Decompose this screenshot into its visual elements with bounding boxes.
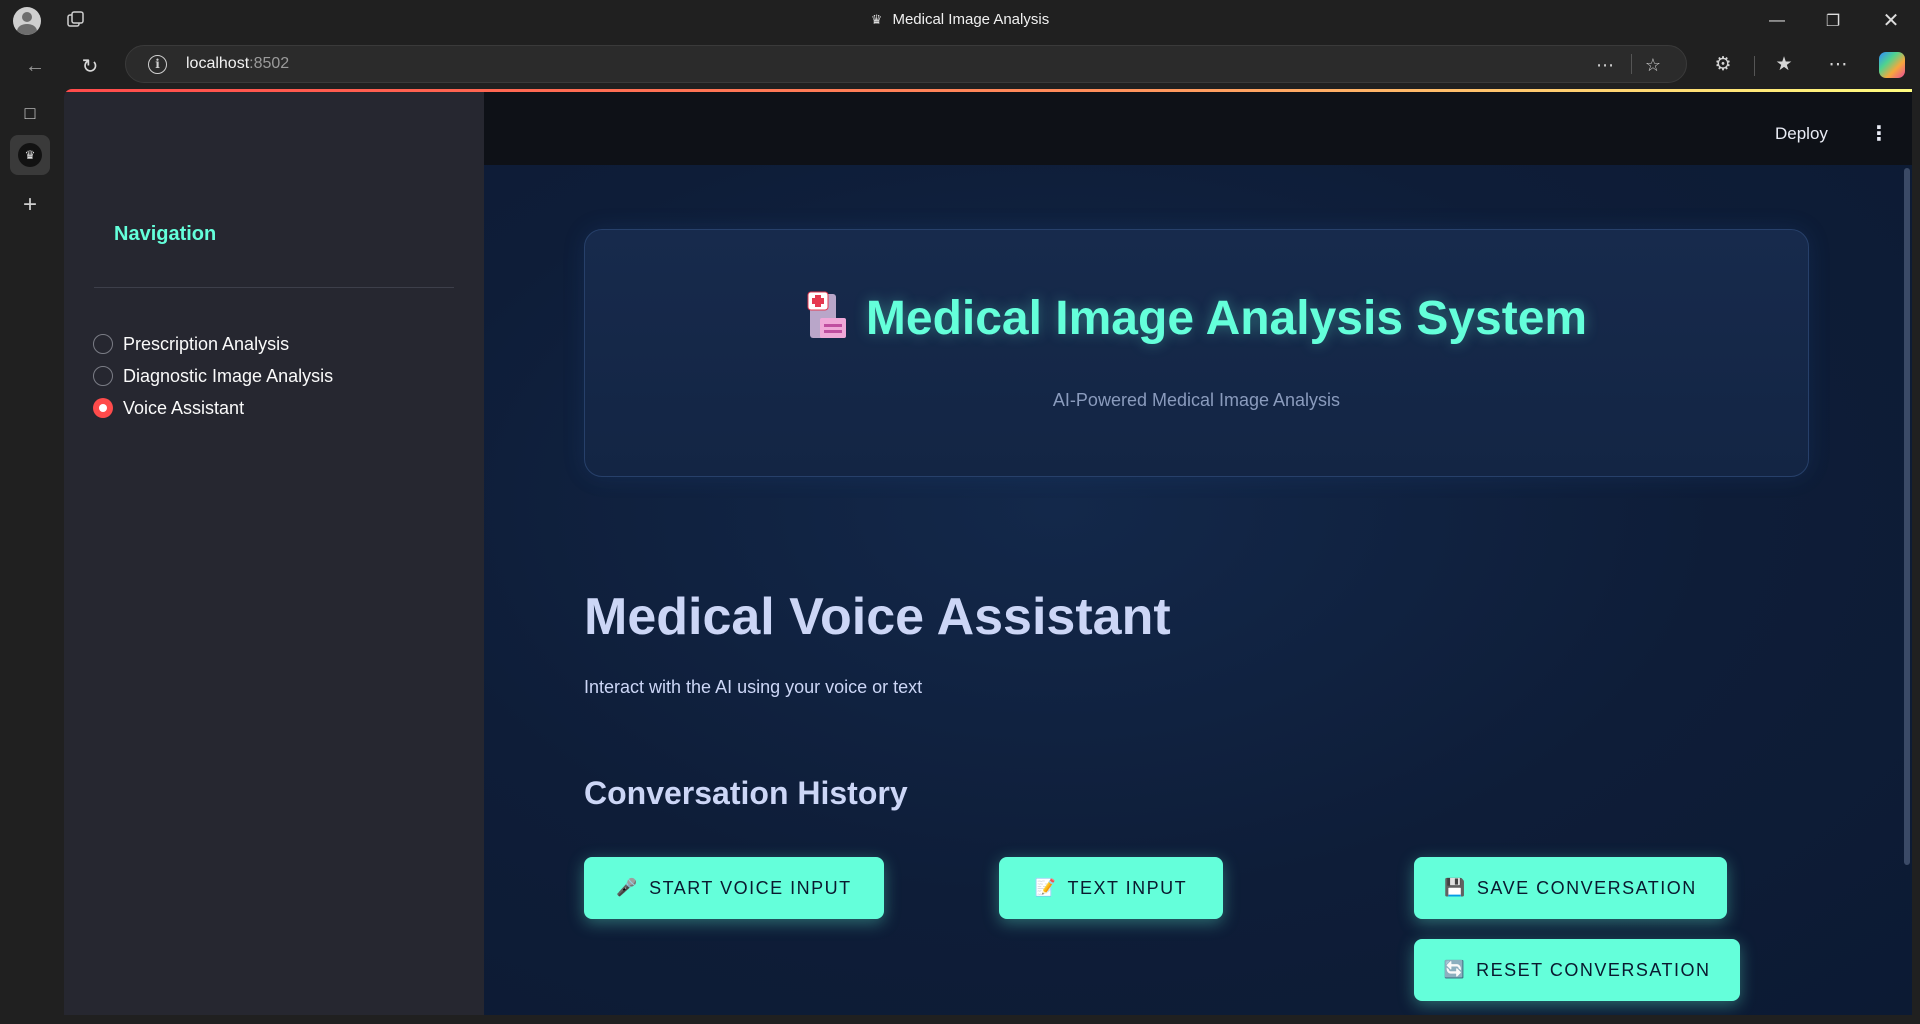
back-arrow-icon[interactable]: ← (20, 51, 50, 81)
radio-label: Voice Assistant (123, 397, 245, 418)
minimize-icon[interactable]: — (1748, 0, 1806, 41)
start-voice-input-button[interactable]: 🎤 START VOICE INPUT (584, 857, 884, 919)
url-host: localhost (186, 55, 250, 72)
vertical-tabs-strip: □ ♛ + (0, 88, 60, 1024)
url-text[interactable]: localhost:8502 (186, 55, 289, 73)
url-port: :8502 (249, 55, 290, 72)
sidebar-divider (94, 287, 454, 288)
deploy-button[interactable]: Deploy (1775, 124, 1828, 144)
scrollbar[interactable] (1904, 168, 1910, 865)
floppy-disk-icon: 💾 (1444, 878, 1467, 897)
window-title: ♛ Medical Image Analysis (0, 11, 1920, 28)
browser-toolbar: ← ↻ i localhost:8502 ⋯ ☆ ⚙ ★ ⋯ (0, 41, 1920, 88)
favorite-star-icon[interactable]: ☆ (1642, 54, 1664, 76)
more-menu-icon[interactable]: ⋯ (1825, 52, 1851, 78)
reading-mode-icon[interactable]: ⋯ (1594, 54, 1616, 76)
sidebar-title: Navigation (114, 223, 217, 245)
button-label: RESET CONVERSATION (1476, 959, 1711, 980)
conversation-history-heading: Conversation History (584, 775, 908, 811)
radio-button-icon[interactable] (93, 334, 113, 354)
browser-title-bar: ♛ Medical Image Analysis — ❐ ✕ (0, 0, 1920, 41)
site-info-icon[interactable]: i (148, 55, 167, 74)
copilot-icon[interactable] (1879, 52, 1905, 78)
page-heading: Medical Voice Assistant (584, 588, 1171, 646)
text-input-button[interactable]: 📝 TEXT INPUT (999, 857, 1223, 919)
radio-voice-assistant[interactable]: Voice Assistant (93, 392, 333, 424)
radio-diagnostic-image-analysis[interactable]: Diagnostic Image Analysis (93, 360, 333, 392)
radio-button-selected-icon[interactable] (93, 398, 113, 418)
hospital-icon (806, 290, 848, 340)
window-title-text: Medical Image Analysis (892, 11, 1050, 28)
extensions-icon[interactable]: ⚙ (1710, 52, 1736, 78)
refresh-icon[interactable]: ↻ (75, 51, 105, 81)
radio-label: Prescription Analysis (123, 333, 290, 354)
new-tab-plus-icon[interactable]: + (10, 185, 50, 225)
reset-conversation-button[interactable]: 🔄 RESET CONVERSATION (1414, 939, 1740, 1001)
page-description: Interact with the AI using your voice or… (584, 677, 923, 697)
microphone-icon: 🎤 (616, 878, 640, 897)
navigation-radio-group: Prescription Analysis Diagnostic Image A… (93, 328, 333, 424)
close-icon[interactable]: ✕ (1862, 0, 1920, 41)
page-viewport: Navigation Prescription Analysis Diagnos… (64, 89, 1912, 1015)
refresh-arrows-icon: 🔄 (1443, 960, 1467, 979)
memo-icon: 📝 (1034, 878, 1058, 897)
hero-title: Medical Image Analysis System (585, 290, 1808, 346)
button-label: SAVE CONVERSATION (1476, 877, 1697, 898)
favorites-icon[interactable]: ★ (1771, 52, 1797, 78)
button-label: TEXT INPUT (1067, 877, 1188, 898)
restore-icon[interactable]: ❐ (1804, 0, 1862, 41)
radio-label: Diagnostic Image Analysis (123, 365, 334, 386)
tab-medical-image-analysis[interactable]: ♛ (10, 135, 50, 175)
hero-card: Medical Image Analysis System AI-Powered… (584, 229, 1809, 477)
app-header: Deploy ⋮ (484, 92, 1912, 165)
radio-prescription-analysis[interactable]: Prescription Analysis (93, 328, 333, 360)
sidebar: Navigation Prescription Analysis Diagnos… (64, 92, 484, 1015)
streamlit-crown-icon: ♛ (870, 12, 883, 27)
address-bar[interactable]: i localhost:8502 ⋯ ☆ (125, 45, 1687, 83)
tab-actions-icon[interactable]: □ (10, 93, 50, 133)
hero-subtitle: AI-Powered Medical Image Analysis (1052, 390, 1341, 410)
radio-button-icon[interactable] (93, 366, 113, 386)
button-label: START VOICE INPUT (649, 877, 852, 898)
main-menu-kebab-icon[interactable]: ⋮ (1869, 123, 1889, 145)
toolbar-divider (1754, 56, 1755, 76)
save-conversation-button[interactable]: 💾 SAVE CONVERSATION (1414, 857, 1727, 919)
streamlit-favicon-icon: ♛ (18, 143, 42, 167)
hero-title-text: Medical Image Analysis System (865, 292, 1588, 345)
url-divider (1631, 54, 1632, 74)
main-content: Deploy ⋮ Medical Image Analysis System A… (484, 92, 1912, 1015)
